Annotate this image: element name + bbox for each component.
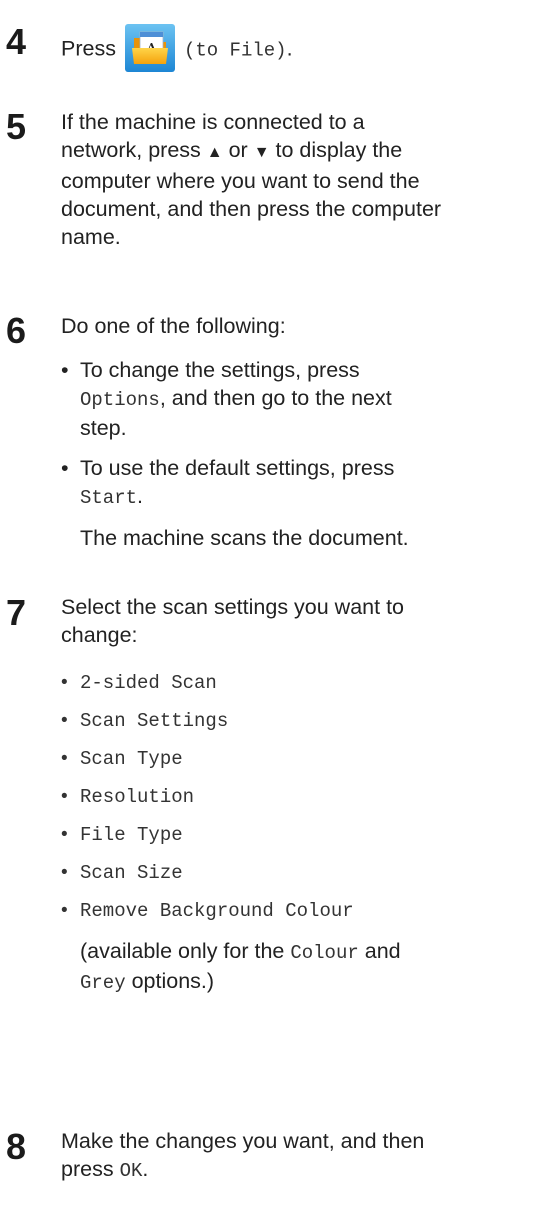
start-code: Start bbox=[80, 487, 138, 509]
text-fragment: to display the bbox=[269, 138, 403, 162]
down-arrow-icon: ▼ bbox=[253, 144, 270, 161]
text-fragment: . bbox=[142, 1157, 149, 1181]
text-line: Make the changes you want, and then bbox=[61, 1129, 425, 1153]
step-number: 5 bbox=[6, 106, 27, 147]
text-fragment: (available only for the bbox=[80, 939, 291, 963]
bullet: • bbox=[61, 672, 68, 693]
up-arrow-icon: ▲ bbox=[206, 144, 223, 161]
availability-note: (available only for the Colour and Grey … bbox=[61, 937, 531, 997]
step-number: 7 bbox=[6, 592, 27, 633]
list-item: • File Type bbox=[61, 821, 531, 859]
list-item: • Remove Background Colour bbox=[61, 897, 531, 935]
text-line: change: bbox=[61, 623, 138, 647]
step-text: Make the changes you want, and then pres… bbox=[61, 1127, 531, 1185]
text-fragment: or bbox=[222, 138, 254, 162]
text-line: Start. bbox=[80, 482, 531, 512]
list-item: • 2-sided Scan bbox=[61, 669, 531, 707]
setting-name: Scan Size bbox=[80, 862, 183, 884]
text-line: Select the scan settings you want to bbox=[61, 595, 405, 619]
bullet: • bbox=[61, 456, 69, 480]
text-line: computer where you want to send the bbox=[61, 169, 420, 193]
text-line: If the machine is connected to a bbox=[61, 110, 365, 134]
ok-code: OK bbox=[119, 1160, 143, 1182]
text-line: To use the default settings, press bbox=[80, 456, 395, 480]
text-fragment: and bbox=[358, 939, 401, 963]
text-line: step. bbox=[80, 416, 127, 440]
colour-code: Colour bbox=[290, 942, 359, 964]
setting-name: Remove Background Colour bbox=[80, 900, 354, 922]
step-text: If the machine is connected to a network… bbox=[61, 108, 531, 251]
text-fragment: press bbox=[61, 1157, 120, 1181]
text-line: press OK. bbox=[61, 1155, 531, 1185]
text-fragment: network, press bbox=[61, 138, 207, 162]
text-line: Options, and then go to the next bbox=[80, 384, 531, 414]
list-item: • To use the default settings, press Sta… bbox=[61, 454, 531, 512]
setting-name: Scan Settings bbox=[80, 710, 229, 732]
press-label: Press bbox=[61, 36, 116, 61]
text-line: document, and then press the computer bbox=[61, 197, 442, 221]
text-line: name. bbox=[61, 225, 121, 249]
setting-name: Scan Type bbox=[80, 748, 183, 770]
step-number: 8 bbox=[6, 1126, 27, 1167]
text-line: network, press ▲ or ▼ to display the bbox=[61, 136, 531, 167]
step-text: Press A (to File). bbox=[61, 24, 531, 74]
step-intro: Do one of the following: bbox=[61, 314, 286, 338]
step-number: 6 bbox=[6, 310, 27, 351]
list-item: • Scan Settings bbox=[61, 707, 531, 745]
result-text: The machine scans the document. bbox=[80, 526, 409, 550]
grey-code: Grey bbox=[80, 972, 126, 994]
manual-page: 4 Press A (to File). 5 If the machine is… bbox=[0, 0, 534, 1206]
setting-name: File Type bbox=[80, 824, 183, 846]
bullet: • bbox=[61, 862, 68, 883]
step-text: Select the scan settings you want to cha… bbox=[61, 593, 531, 649]
bullet: • bbox=[61, 900, 68, 921]
list-item: • Scan Type bbox=[61, 745, 531, 783]
list-item: • Resolution bbox=[61, 783, 531, 821]
scan-settings-list: • 2-sided Scan • Scan Settings • Scan Type … bbox=[61, 669, 531, 997]
list-item: • Scan Size bbox=[61, 859, 531, 897]
text-line: To change the settings, press bbox=[80, 358, 360, 382]
text-fragment: . bbox=[137, 484, 143, 508]
setting-name: Resolution bbox=[80, 786, 195, 808]
step-number: 4 bbox=[6, 21, 27, 62]
to-file-icon: A bbox=[124, 24, 175, 72]
option-list: • To change the settings, press Options,… bbox=[61, 356, 531, 552]
period: . bbox=[286, 36, 293, 61]
to-file-code: (to File) bbox=[183, 39, 287, 62]
list-item: • To change the settings, press Options,… bbox=[61, 356, 531, 442]
bullet: • bbox=[61, 786, 68, 807]
bullet: • bbox=[61, 710, 68, 731]
options-code: Options bbox=[80, 389, 160, 411]
text-fragment: options.) bbox=[125, 969, 215, 993]
setting-name: 2-sided Scan bbox=[80, 672, 217, 694]
bullet: • bbox=[61, 748, 68, 769]
bullet: • bbox=[61, 824, 68, 845]
text-fragment: , and then go to the next bbox=[159, 386, 392, 410]
bullet: • bbox=[61, 358, 69, 382]
